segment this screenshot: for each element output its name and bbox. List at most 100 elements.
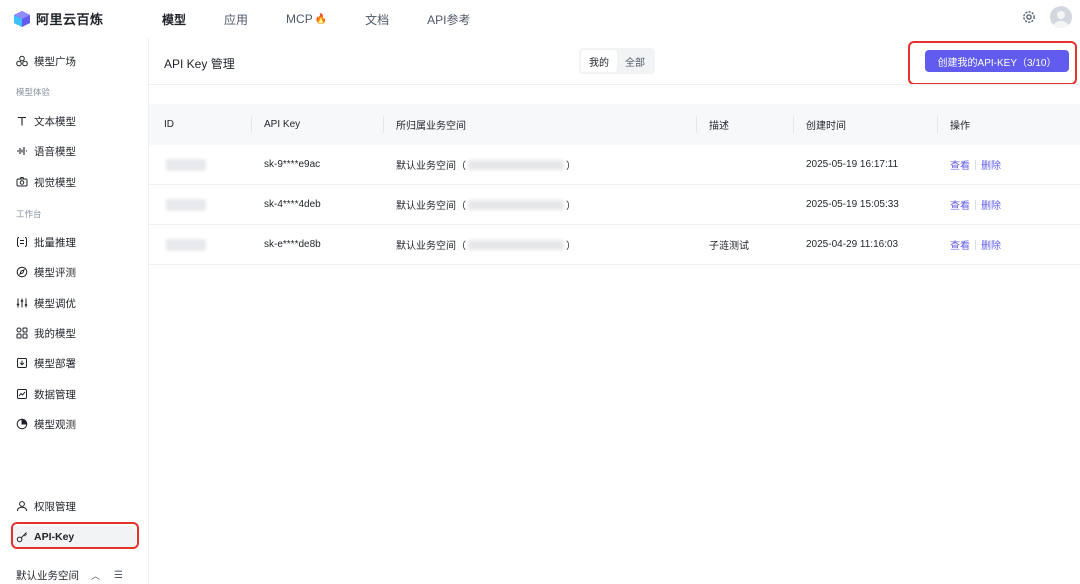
sidebar-item-label: 模型评测 [34, 266, 76, 279]
sidebar-item-label: 我的模型 [34, 327, 76, 340]
nav-item-api-reference[interactable]: API参考 [427, 11, 470, 28]
fire-icon: 🔥 [314, 13, 328, 25]
sidebar-item-label: 语音模型 [34, 145, 76, 158]
text-t-icon [18, 116, 26, 126]
list-bracket-icon [17, 237, 27, 247]
col-workspace: 所归属业务空间 [396, 121, 466, 132]
table-row: sk-4****4deb 默认业务空间（ ） 2025-05-19 15:05:3… [149, 185, 1080, 225]
sidebar-item-permission[interactable]: 权限管理 [10, 495, 136, 517]
chevron-up-icon[interactable]: ︿ [91, 569, 100, 582]
api-key-cell: sk-e****de8b [264, 239, 321, 250]
grid-apps-icon [16, 327, 28, 339]
sidebar-item-vision-model[interactable]: 视觉模型 [10, 171, 136, 193]
brand-name: 阿里云百炼 [36, 12, 104, 27]
delete-link[interactable]: 删除 [981, 197, 1001, 212]
op-divider [975, 199, 976, 210]
api-key-cell: sk-4****4deb [264, 199, 321, 210]
created-cell: 2025-05-19 16:17:11 [806, 159, 899, 170]
seg-all-button[interactable]: 全部 [617, 50, 653, 72]
sidebar-item-model-observe[interactable]: 模型观测 [10, 413, 136, 435]
sidebar-item-model-deploy[interactable]: 模型部署 [10, 352, 136, 374]
desc-cell: 子涟测试 [709, 241, 749, 252]
workspace-cell: 默认业务空间（ ） [396, 225, 576, 264]
sidebar-item-model-tuning[interactable]: 模型调优 [10, 292, 136, 314]
workspace-switcher[interactable]: 默认业务空间 ︿ ☰ [16, 566, 134, 584]
main-panel: API Key 管理 我的 全部 创建我的API-KEY（3/10） ID AP… [148, 38, 1080, 584]
sidebar-item-label: 权限管理 [34, 500, 76, 513]
create-button-highlight-box [908, 41, 1077, 85]
sidebar-item-label: 模型部署 [34, 357, 76, 370]
redacted-id [166, 198, 206, 211]
top-right-actions [1022, 6, 1072, 28]
top-navigation-bar: 阿里云百炼 模型 应用 MCP 🔥 文档 API参考 [0, 0, 1080, 38]
workspace-cell: 默认业务空间（ ） [396, 145, 576, 184]
col-divider [937, 116, 938, 133]
sidebar-item-batch-inference[interactable]: 批量推理 [10, 231, 136, 253]
brand-logo[interactable]: 阿里云百炼 [14, 9, 104, 28]
col-divider [696, 116, 697, 133]
deploy-box-icon [17, 358, 27, 368]
sidebar-group-workbench: 工作台 [16, 209, 42, 219]
workspace-suffix: ） [566, 201, 576, 212]
sidebar-item-label: 批量推理 [34, 236, 76, 249]
op-divider [975, 239, 976, 250]
workspace-prefix: 默认业务空间（ [396, 201, 466, 212]
sidebar-item-model-eval[interactable]: 模型评测 [10, 261, 136, 283]
page-title: API Key 管理 [164, 57, 235, 71]
main-nav: 模型 应用 MCP 🔥 文档 API参考 [162, 0, 509, 38]
id-cell [166, 185, 206, 224]
sidebar-item-my-models[interactable]: 我的模型 [10, 322, 136, 344]
nav-item-models[interactable]: 模型 [162, 11, 186, 28]
ops-cell: 查看 删除 [950, 145, 1001, 184]
pie-chart-icon [16, 418, 28, 430]
camera-icon [16, 177, 28, 187]
sidebar-item-voice-model[interactable]: 语音模型 [10, 140, 136, 162]
sidebar-item-label: 模型广场 [34, 55, 76, 68]
nav-item-mcp-label: MCP [286, 12, 313, 26]
sidebar-item-label: 模型观测 [34, 418, 76, 431]
ops-cell: 查看 删除 [950, 225, 1001, 264]
avatar[interactable] [1050, 6, 1072, 28]
workspace-cell: 默认业务空间（ ） [396, 185, 576, 224]
cloud-nodes-icon [16, 55, 28, 67]
table-row: sk-9****e9ac 默认业务空间（ ） 2025-05-19 16:17:1… [149, 145, 1080, 185]
user-avatar-icon [1053, 11, 1069, 28]
nav-item-docs[interactable]: 文档 [365, 11, 389, 28]
col-api-key: API Key [264, 119, 301, 130]
workspace-prefix: 默认业务空间（ [396, 161, 466, 172]
view-link[interactable]: 查看 [950, 197, 970, 212]
api-key-highlight-box [11, 522, 139, 549]
nav-item-apps[interactable]: 应用 [224, 11, 248, 28]
sidebar-item-data-mgmt[interactable]: 数据管理 [10, 383, 136, 405]
seg-mine-button[interactable]: 我的 [581, 50, 617, 72]
col-created: 创建时间 [806, 121, 846, 132]
header-divider [149, 84, 1080, 85]
col-id: ID [164, 119, 174, 130]
redacted-workspace-id [468, 159, 564, 170]
workspace-suffix: ） [566, 241, 576, 252]
sidebar-item-label: 模型调优 [34, 297, 76, 310]
created-cell: 2025-05-19 15:05:33 [806, 199, 899, 210]
view-link[interactable]: 查看 [950, 237, 970, 252]
delete-link[interactable]: 删除 [981, 157, 1001, 172]
sidebar-item-text-model[interactable]: 文本模型 [10, 110, 136, 132]
table-header: ID API Key 所归属业务空间 描述 创建时间 操作 [149, 104, 1080, 145]
id-cell [166, 145, 206, 184]
id-cell [166, 225, 206, 264]
sidebar-item-model-square[interactable]: 模型广场 [10, 50, 136, 72]
delete-link[interactable]: 删除 [981, 237, 1001, 252]
col-ops: 操作 [950, 121, 970, 132]
view-link[interactable]: 查看 [950, 157, 970, 172]
sidebar-item-label: 视觉模型 [34, 176, 76, 189]
op-divider [975, 159, 976, 170]
compass-icon [16, 266, 28, 278]
gear-icon[interactable] [1022, 10, 1036, 24]
workspace-name: 默认业务空间 [16, 569, 79, 582]
menu-list-icon[interactable]: ☰ [114, 570, 123, 581]
redacted-id [166, 238, 206, 251]
redacted-id [166, 158, 206, 171]
brand-logo-icon [14, 10, 30, 27]
sidebar-item-label: 文本模型 [34, 115, 76, 128]
created-cell: 2025-04-29 11:16:03 [806, 239, 899, 250]
nav-item-mcp[interactable]: MCP 🔥 [286, 12, 327, 26]
